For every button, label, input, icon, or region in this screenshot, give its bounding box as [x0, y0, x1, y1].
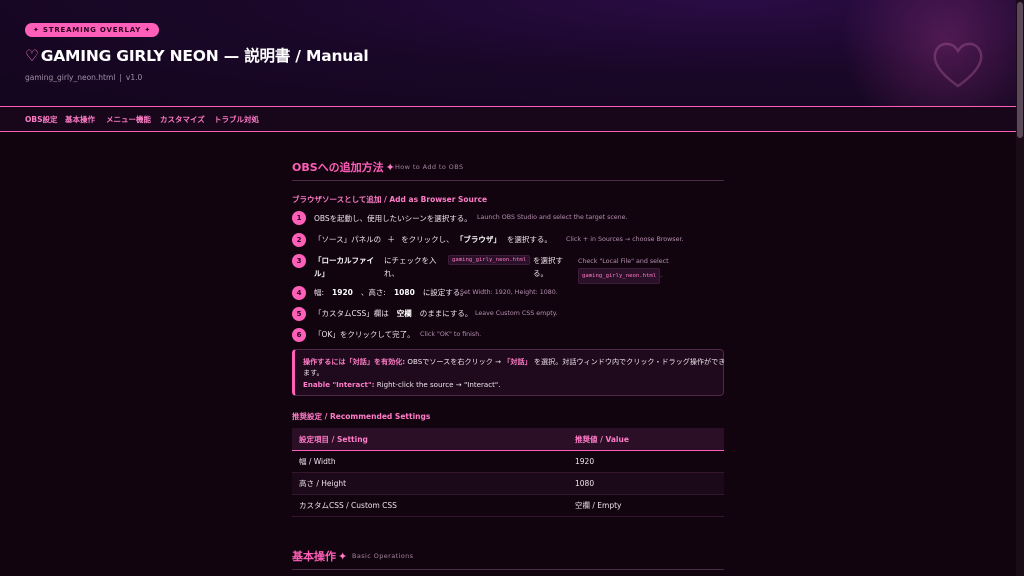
step-text-jp: 「ソース」パネルの＋をクリックし、 「ブラウザ」 を選択する。: [314, 235, 552, 244]
interact-note: 操作するには「対話」を有効化: OBSでソースを右クリック → 「対話」 を選択…: [292, 349, 726, 396]
table-cell-setting: 幅 / Width: [292, 450, 568, 473]
section-subtitle: How to Add to OBS: [395, 163, 464, 171]
step-text-jp: 幅: 1920 、高さ: 1080 に設定する。: [314, 288, 468, 297]
step-text-jp: OBSを起動し、使用したいシーンを選択する。: [314, 214, 472, 223]
column-header-value: 推奨値 / Value: [568, 428, 724, 451]
step-text-jp: にチェックを入 れ、: [384, 256, 437, 278]
note-line-jp: 操作するには「対話」を有効化: OBSでソースを右クリック → 「対話」 を選択…: [303, 357, 726, 366]
recommended-settings-heading: 推奨設定 / Recommended Settings: [292, 412, 431, 421]
hero-glow: [836, 0, 1016, 106]
step-text-jp: を選択す る。: [533, 256, 563, 278]
section-title: 基本操作 ✦: [292, 550, 348, 563]
filename-code: gaming_girly_neon.html: [448, 255, 531, 265]
table-header-row: 設定項目 / Setting 推奨値 / Value: [292, 428, 724, 451]
sparkle-icon: ✦: [338, 550, 348, 563]
table-cell-value: 1080: [568, 472, 724, 495]
step-number: 4: [292, 286, 306, 300]
table-cell-setting: カスタムCSS / Custom CSS: [292, 494, 568, 517]
note-line-en: Enable "Interact": Right-click the sourc…: [303, 380, 501, 389]
note-line-jp-cont: ます。: [303, 368, 324, 377]
scrollbar[interactable]: [1016, 0, 1024, 576]
nav-item-menu-features[interactable]: メニュー機能: [106, 114, 151, 125]
step-number: 2: [292, 233, 306, 247]
step-number: 5: [292, 307, 306, 321]
section-title: OBSへの追加方法 ✦: [292, 161, 395, 174]
section-obs-header: OBSへの追加方法 ✦ How to Add to OBS: [292, 150, 724, 181]
table-cell-value: 空欄 / Empty: [568, 494, 724, 517]
streaming-overlay-badge: ✦ STREAMING OVERLAY ✦: [25, 23, 160, 37]
step-number: 1: [292, 211, 306, 225]
step-text-en: Check "Local File" and select gaming_girl…: [578, 256, 669, 284]
section-basic-ops-header: 基本操作 ✦ Basic Operations: [292, 539, 724, 570]
nav-bar: OBS設定 基本操作 メニュー機能 カスタマイズ トラブル対処: [0, 106, 1016, 132]
heart-outline-icon: ♡: [25, 47, 39, 65]
recommended-settings-table: 設定項目 / Setting 推奨値 / Value 幅 / Width 192…: [292, 428, 724, 517]
table-cell-value: 1920: [568, 450, 724, 473]
table-row: カスタムCSS / Custom CSS 空欄 / Empty: [292, 494, 724, 517]
table-row: 幅 / Width 1920: [292, 450, 724, 473]
file-meta: gaming_girly_neon.html | v1.0: [25, 73, 142, 82]
step-text-en: Launch OBS Studio and select the target …: [477, 214, 628, 221]
scrollbar-thumb[interactable]: [1017, 2, 1023, 138]
nav-item-customize[interactable]: カスタマイズ: [160, 114, 205, 125]
page-title-text: GAMING GIRLY NEON — 説明書 / Manual: [40, 47, 369, 65]
nav-item-basic-operations[interactable]: 基本操作: [65, 114, 95, 125]
table-cell-setting: 高さ / Height: [292, 472, 568, 495]
step-text-en: Leave Custom CSS empty.: [475, 310, 558, 317]
step-text-en: Click "OK" to finish.: [420, 331, 482, 338]
hero-header: ✦ STREAMING OVERLAY ✦ ♡ GAMING GIRLY NEON…: [0, 0, 1016, 106]
version: v1.0: [125, 73, 143, 82]
step-text-en: Click + in Sources → choose Browser.: [566, 236, 684, 243]
filename: gaming_girly_neon.html: [25, 73, 116, 82]
step-number: 6: [292, 328, 306, 342]
column-header-setting: 設定項目 / Setting: [292, 428, 568, 451]
step-number: 3: [292, 254, 306, 268]
page-title: ♡ GAMING GIRLY NEON — 説明書 / Manual: [25, 44, 369, 66]
step-text-jp: 「OK」をクリックして完了。: [314, 330, 415, 339]
browser-source-heading: ブラウザソースとして追加 / Add as Browser Source: [292, 195, 488, 204]
step-text-en: Set Width: 1920, Height: 1080.: [460, 289, 558, 296]
step-text-jp: 「カスタムCSS」欄は 空欄 のままにする。: [314, 309, 473, 318]
heart-icon: [933, 42, 983, 88]
sparkle-icon: ✦: [385, 161, 395, 174]
step-text-bold: 「ローカルファイ ル」: [314, 256, 374, 278]
plus-icon: ＋: [387, 235, 396, 244]
meta-separator: |: [119, 73, 122, 82]
table-row: 高さ / Height 1080: [292, 472, 724, 495]
nav-item-obs-settings[interactable]: OBS設定: [25, 114, 58, 125]
section-subtitle: Basic Operations: [352, 552, 414, 560]
nav-item-troubleshooting[interactable]: トラブル対処: [214, 114, 259, 125]
